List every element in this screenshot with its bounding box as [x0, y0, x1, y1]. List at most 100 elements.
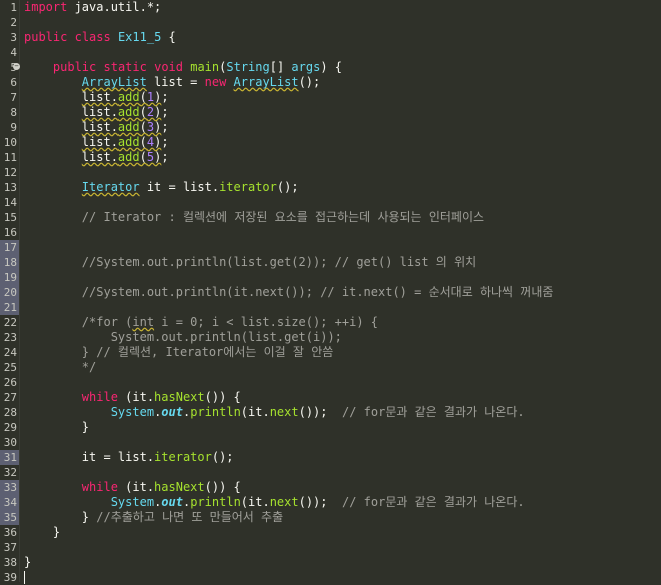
code-lines[interactable]: 1 import java.util.*; 2 3 public class Ex11_…: [0, 0, 661, 585]
code-line[interactable]: 24 } // 컬렉션, Iterator에서는 이걸 잘 안씀: [0, 345, 661, 360]
line-number: 15: [3, 211, 17, 224]
code-token: (: [139, 135, 147, 149]
code-token: println: [190, 495, 241, 509]
code-text[interactable]: list.add(5);: [24, 150, 169, 165]
code-line[interactable]: 18 //System.out.println(list.get(2)); //…: [0, 255, 661, 270]
code-token: System.out.println(list.get(i));: [110, 330, 342, 344]
code-line[interactable]: 2: [0, 15, 661, 30]
code-line[interactable]: 21: [0, 300, 661, 315]
code-line[interactable]: 30: [0, 435, 661, 450]
code-text[interactable]: // Iterator : 컬렉션에 저장된 요소를 접근하는데 사용되는 인터…: [24, 210, 484, 225]
code-line[interactable]: 23 System.out.println(list.get(i));: [0, 330, 661, 345]
code-token: ArrayList: [233, 75, 299, 89]
code-text[interactable]: }: [24, 420, 89, 435]
code-editor[interactable]: 1 import java.util.*; 2 3 public class Ex11_…: [0, 0, 661, 585]
code-text[interactable]: while (it.hasNext()) {: [24, 390, 241, 405]
code-line[interactable]: 28 System.out.println(it.next()); // for…: [0, 405, 661, 420]
code-line[interactable]: 8 list.add(2);: [0, 105, 661, 120]
code-line[interactable]: 34 System.out.println(it.next()); // for…: [0, 495, 661, 510]
code-line[interactable]: 35 } //추출하고 나면 또 만들어서 추출: [0, 510, 661, 525]
code-line[interactable]: 39: [0, 570, 661, 585]
code-line[interactable]: 10 list.add(4);: [0, 135, 661, 150]
code-line[interactable]: 26: [0, 375, 661, 390]
code-token: ) {: [320, 60, 343, 74]
code-text[interactable]: //System.out.println(list.get(2)); // ge…: [24, 255, 476, 270]
code-line[interactable]: 22 /*for (int i = 0; i < list.size(); ++…: [0, 315, 661, 330]
code-line[interactable]: 17: [0, 240, 661, 255]
line-number: 9: [10, 121, 17, 134]
code-line[interactable]: 37: [0, 540, 661, 555]
code-text[interactable]: Iterator it = list.iterator();: [24, 180, 299, 195]
code-line[interactable]: 16: [0, 225, 661, 240]
code-token: it = list.: [24, 450, 155, 464]
fold-toggle-icon[interactable]: −: [13, 63, 20, 70]
code-line[interactable]: 36 }: [0, 525, 661, 540]
code-token: ;: [161, 150, 169, 164]
code-line[interactable]: 6 ArrayList list = new ArrayList();: [0, 75, 661, 90]
code-line[interactable]: 9 list.add(3);: [0, 120, 661, 135]
code-text[interactable]: public static void main(String[] args) {: [24, 60, 342, 75]
code-line[interactable]: 31 it = list.iterator();: [0, 450, 661, 465]
code-text[interactable]: ArrayList list = new ArrayList();: [24, 75, 320, 90]
code-text[interactable]: System.out.println(it.next()); // for문과 …: [24, 495, 525, 510]
code-line[interactable]: 20 //System.out.println(it.next()); // i…: [0, 285, 661, 300]
code-text[interactable]: while (it.hasNext()) {: [24, 480, 241, 495]
code-token: (it.: [240, 495, 270, 509]
line-number: 34: [0, 495, 19, 510]
line-number: 39: [3, 571, 17, 584]
code-line[interactable]: 38}: [0, 555, 661, 570]
code-line[interactable]: 12: [0, 165, 661, 180]
code-token: add: [117, 90, 140, 104]
code-token: static: [103, 60, 147, 74]
code-line[interactable]: 29 }: [0, 420, 661, 435]
code-text[interactable]: list.add(4);: [24, 135, 169, 150]
line-number: 32: [3, 466, 17, 479]
code-line[interactable]: 4: [0, 45, 661, 60]
code-line[interactable]: 5− public static void main(String[] args…: [0, 60, 661, 75]
code-line[interactable]: 33 while (it.hasNext()) {: [0, 480, 661, 495]
line-number: 7: [10, 91, 17, 104]
code-line[interactable]: 7 list.add(1);: [0, 90, 661, 105]
code-line[interactable]: 19: [0, 270, 661, 285]
code-line[interactable]: 13 Iterator it = list.iterator();: [0, 180, 661, 195]
code-text[interactable]: }: [24, 555, 31, 570]
code-text[interactable]: //System.out.println(it.next()); // it.n…: [24, 285, 554, 300]
code-text[interactable]: list.add(1);: [24, 90, 169, 105]
code-token: ();: [298, 75, 321, 89]
code-token: ()) {: [204, 480, 241, 494]
code-token: (: [139, 105, 147, 119]
code-token: (it.: [117, 480, 155, 494]
code-token: (: [139, 90, 147, 104]
code-token: list.: [81, 135, 118, 149]
code-line[interactable]: 15 // Iterator : 컬렉션에 저장된 요소를 접근하는데 사용되는…: [0, 210, 661, 225]
code-text[interactable]: }: [24, 525, 60, 540]
code-line[interactable]: 27 while (it.hasNext()) {: [0, 390, 661, 405]
code-text[interactable]: public class Ex11_5 {: [24, 30, 176, 45]
line-number: 37: [3, 541, 17, 554]
code-line[interactable]: 25 */: [0, 360, 661, 375]
code-token: /*for (: [81, 315, 133, 329]
code-text[interactable]: import java.util.*;: [24, 0, 161, 15]
code-line[interactable]: 1 import java.util.*;: [0, 0, 661, 15]
code-line[interactable]: 14: [0, 195, 661, 210]
code-text[interactable]: } //추출하고 나면 또 만들어서 추출: [24, 510, 283, 525]
code-text[interactable]: System.out.println(it.next()); // for문과 …: [24, 405, 525, 420]
code-text[interactable]: System.out.println(list.get(i));: [24, 330, 342, 345]
code-text[interactable]: list.add(2);: [24, 105, 169, 120]
code-line[interactable]: 32: [0, 465, 661, 480]
code-line[interactable]: 3 public class Ex11_5 {: [0, 30, 661, 45]
code-token: add: [117, 135, 140, 149]
code-text[interactable]: /*for (int i = 0; i < list.size(); ++i) …: [24, 315, 378, 330]
code-text[interactable]: list.add(3);: [24, 120, 169, 135]
code-text[interactable]: it = list.iterator();: [24, 450, 234, 465]
code-token: 4: [146, 135, 155, 149]
code-text[interactable]: */: [24, 360, 96, 375]
code-text[interactable]: } // 컬렉션, Iterator에서는 이걸 잘 안씀: [24, 345, 333, 360]
code-line[interactable]: 11 list.add(5);: [0, 150, 661, 165]
line-number: 4: [10, 46, 17, 59]
line-number: 16: [3, 226, 17, 239]
